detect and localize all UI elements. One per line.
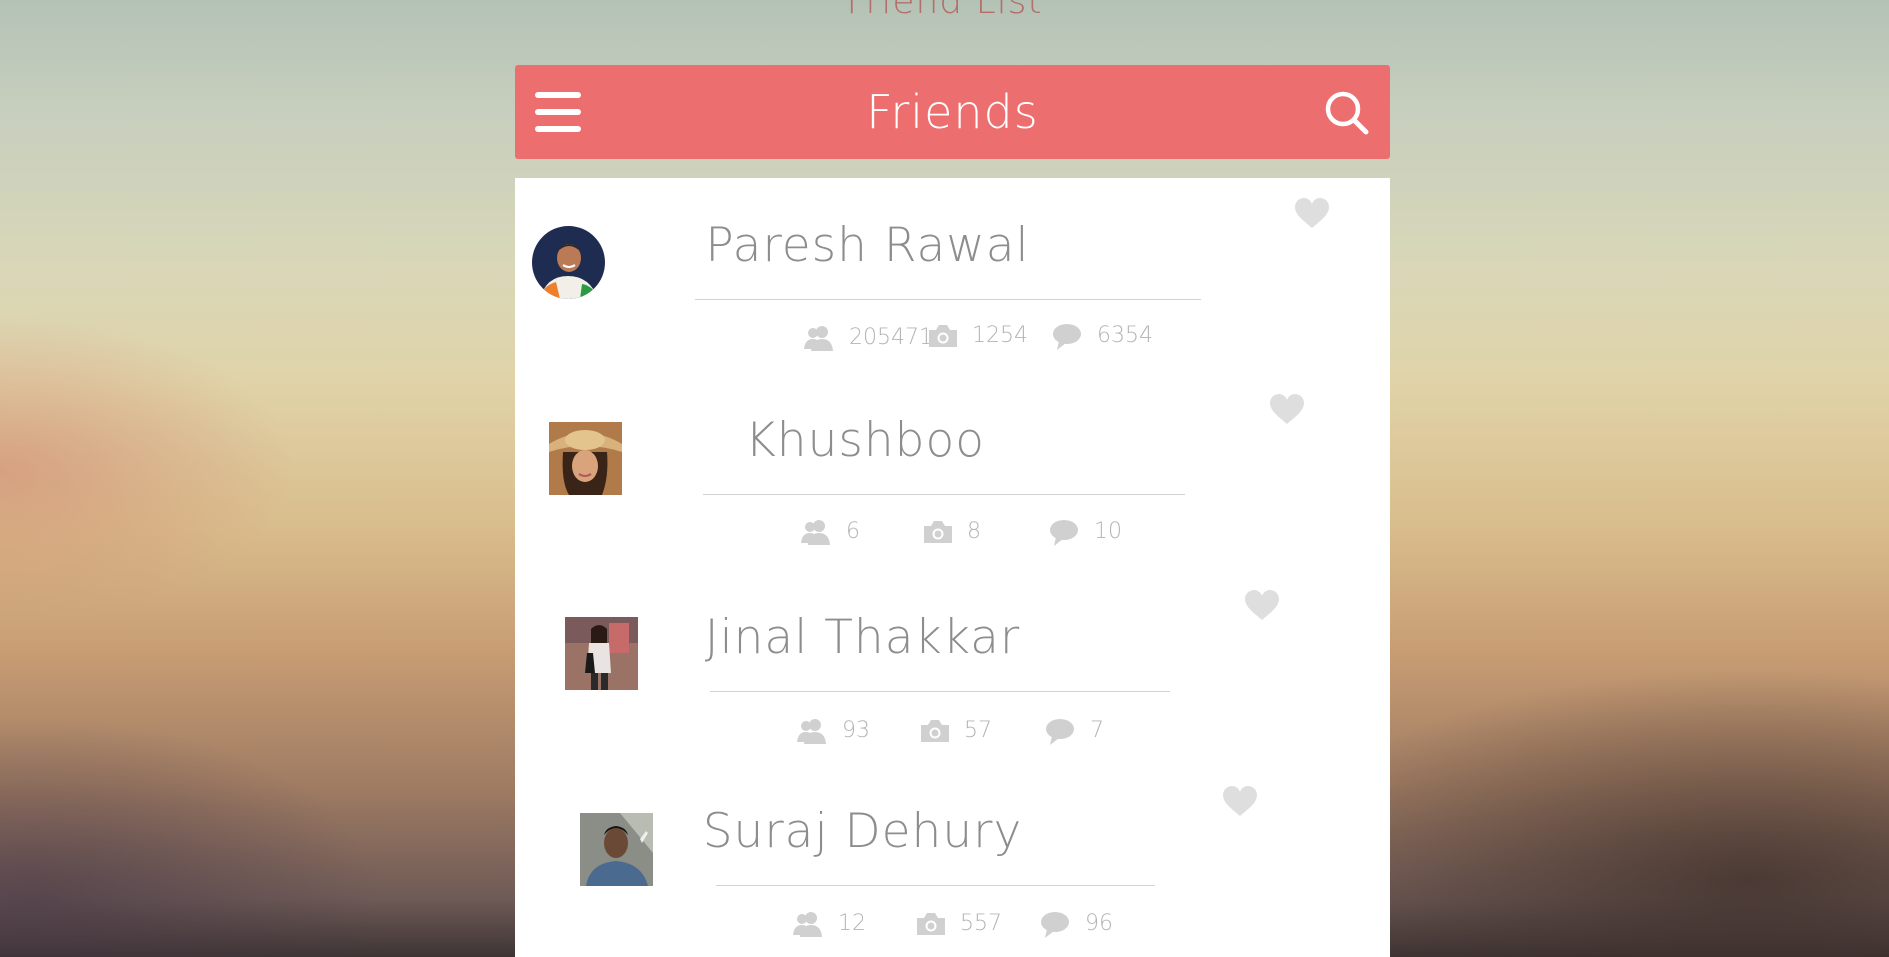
avatar bbox=[532, 226, 605, 299]
comment-icon bbox=[1053, 324, 1081, 350]
followers-count: 93 bbox=[842, 718, 870, 743]
friend-name[interactable]: Jinal Thakkar bbox=[695, 610, 1030, 665]
friend-row[interactable]: Jinal Thakkar 93 57 7 bbox=[515, 571, 1390, 767]
people-icon bbox=[793, 912, 822, 937]
page-title: Friend List bbox=[846, 0, 1043, 22]
divider bbox=[710, 691, 1170, 692]
people-icon bbox=[797, 719, 826, 744]
camera-icon bbox=[929, 325, 957, 347]
friend-row[interactable]: Khushboo 6 8 10 bbox=[515, 374, 1390, 570]
friend-name[interactable]: Paresh Rawal bbox=[695, 218, 1040, 273]
camera-icon bbox=[921, 720, 949, 742]
avatar bbox=[549, 422, 622, 495]
camera-icon bbox=[924, 521, 952, 543]
avatar bbox=[580, 813, 653, 886]
comment-icon bbox=[1041, 912, 1069, 938]
comment-icon bbox=[1046, 719, 1074, 745]
photos-count: 1254 bbox=[972, 323, 1028, 348]
friend-name[interactable]: Suraj Dehury bbox=[695, 804, 1030, 859]
comments-count: 96 bbox=[1085, 911, 1113, 936]
friend-row[interactable]: Paresh Rawal 2054714 1254 6354 bbox=[515, 178, 1390, 374]
heart-icon[interactable] bbox=[1222, 785, 1258, 817]
comments-count: 10 bbox=[1094, 519, 1122, 544]
comments-count: 6354 bbox=[1097, 323, 1153, 348]
comments-count: 7 bbox=[1090, 718, 1104, 743]
people-icon bbox=[804, 326, 833, 351]
camera-icon bbox=[917, 913, 945, 935]
friend-list: Paresh Rawal 2054714 1254 6354 Khushboo … bbox=[515, 178, 1390, 957]
search-icon[interactable] bbox=[1324, 90, 1370, 136]
photos-count: 8 bbox=[967, 519, 981, 544]
photos-count: 57 bbox=[964, 718, 992, 743]
photos-count: 557 bbox=[960, 911, 1002, 936]
friend-row[interactable]: Suraj Dehury 12 557 96 bbox=[515, 767, 1390, 957]
heart-icon[interactable] bbox=[1244, 589, 1280, 621]
followers-count: 6 bbox=[846, 519, 860, 544]
header-title: Friends bbox=[866, 85, 1039, 139]
avatar bbox=[565, 617, 638, 690]
header-bar: Friends bbox=[515, 65, 1390, 159]
divider bbox=[695, 299, 1201, 300]
heart-icon[interactable] bbox=[1269, 393, 1305, 425]
people-icon bbox=[801, 520, 830, 545]
friend-name[interactable]: Khushboo bbox=[695, 413, 1035, 468]
divider bbox=[716, 885, 1155, 886]
comment-icon bbox=[1050, 520, 1078, 546]
heart-icon[interactable] bbox=[1294, 197, 1330, 229]
followers-count: 12 bbox=[838, 911, 866, 936]
divider bbox=[703, 494, 1185, 495]
